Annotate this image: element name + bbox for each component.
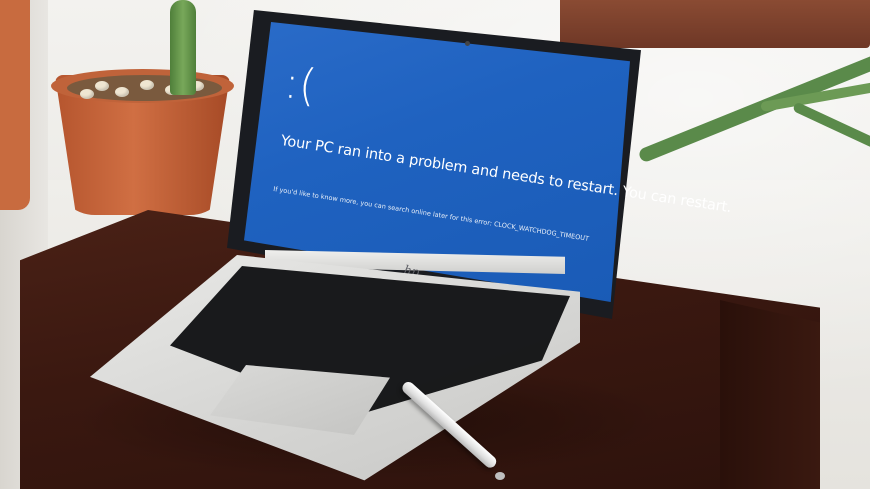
webcam-icon: [465, 41, 470, 46]
decorative-stone: [95, 81, 109, 91]
flower-pot: [51, 0, 234, 215]
wooden-shelf: [560, 0, 870, 48]
decorative-stone: [80, 89, 94, 99]
left-orange-panel: [0, 0, 30, 210]
table-edge: [720, 300, 820, 489]
decorative-stone: [140, 80, 154, 90]
sad-face: :(: [281, 57, 319, 113]
cactus: [170, 0, 196, 95]
decorative-stone: [115, 87, 129, 97]
stylus-tip: [495, 472, 505, 480]
photo-scene: :( Your PC ran into a problem and needs …: [0, 0, 870, 489]
